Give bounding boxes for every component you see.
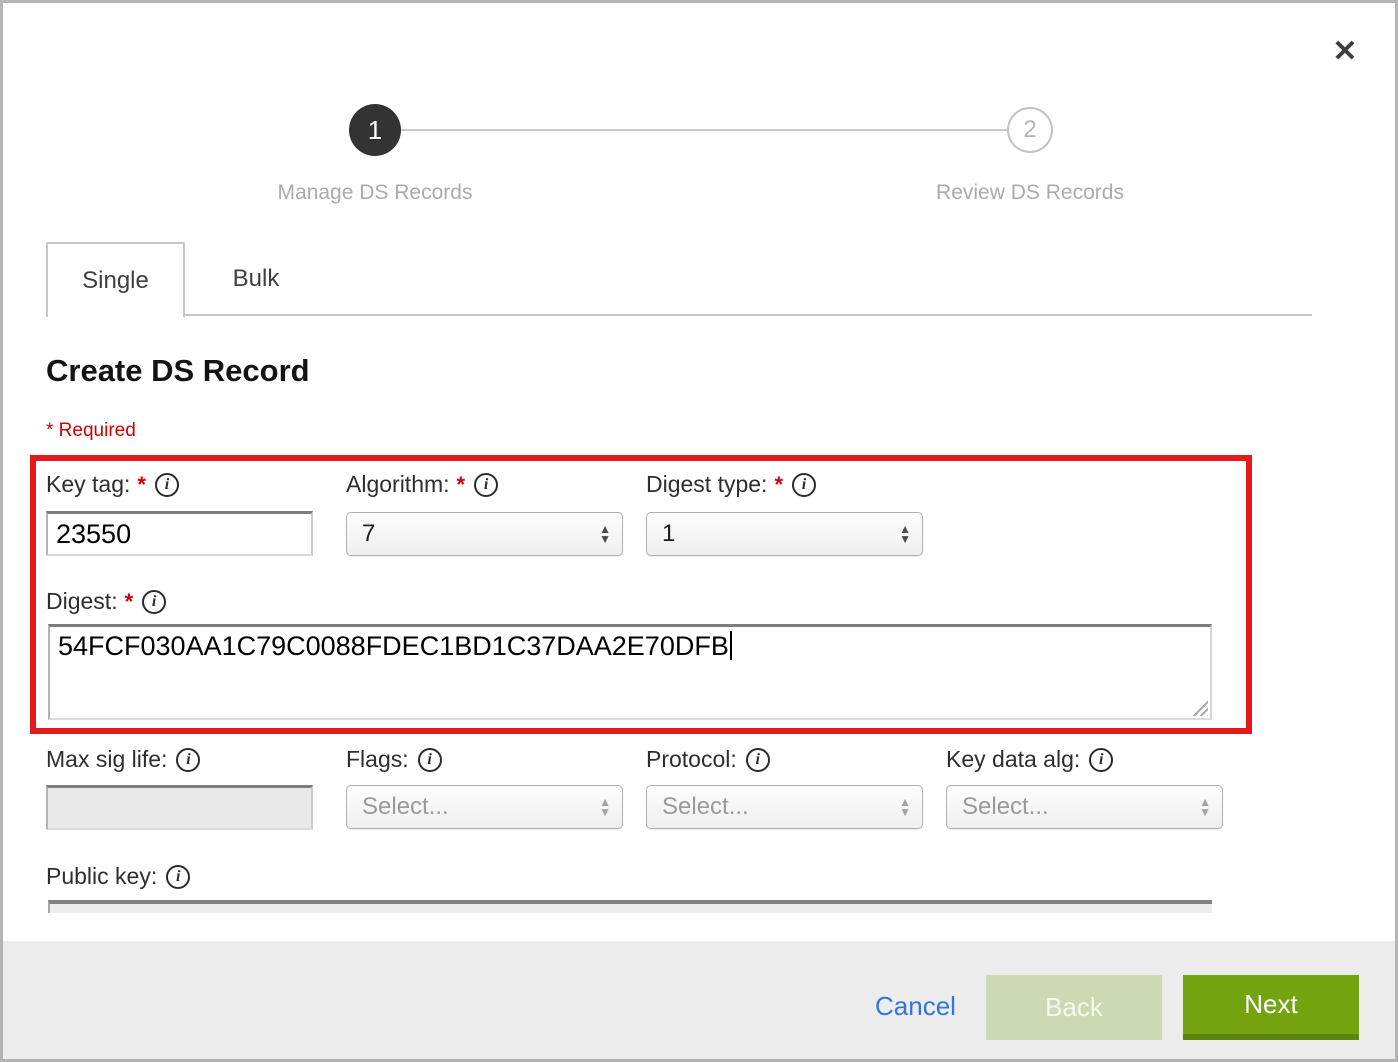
create-ds-record-modal: ✕ 1 2 Manage DS Records Review DS Record… [0,0,1398,1062]
digest-type-select-value: 1 [662,520,675,548]
stepper-step-1-label: Manage DS Records [175,181,575,205]
stepper-step-2-circle: 2 [1007,107,1053,153]
digest-type-required-mark: * [774,472,783,498]
flags-label: Flags: i [346,746,442,773]
algorithm-info-icon[interactable]: i [474,473,498,497]
key-tag-required-mark: * [137,472,146,498]
max-sig-life-info-icon[interactable]: i [176,748,200,772]
max-sig-life-label-text: Max sig life: [46,746,167,773]
key-data-alg-select-value: Select... [962,793,1049,821]
digest-label: Digest: * i [46,588,166,615]
next-button[interactable]: Next [1183,975,1359,1040]
digest-required-mark: * [125,589,134,615]
flags-label-text: Flags: [346,746,409,773]
flags-select-value: Select... [362,793,449,821]
digest-type-label-text: Digest type: [646,471,767,498]
key-data-alg-label-text: Key data alg: [946,746,1080,773]
page-title: Create DS Record [46,353,310,389]
digest-textarea[interactable]: 54FCF030AA1C79C0088FDEC1BD1C37DAA2E70DFB [48,624,1212,720]
key-tag-label-text: Key tag: [46,471,130,498]
required-note: * Required [46,420,136,442]
protocol-select[interactable]: Select... ▲▼ [646,785,923,829]
stepper-step-2-label: Review DS Records [830,181,1230,205]
back-button[interactable]: Back [986,975,1162,1040]
protocol-label-text: Protocol: [646,746,737,773]
stepper-step-1-circle: 1 [349,104,401,156]
key-tag-input[interactable] [46,511,313,556]
algorithm-required-mark: * [457,472,466,498]
key-data-alg-select[interactable]: Select... ▲▼ [946,785,1223,829]
public-key-label: Public key: i [46,863,190,890]
digest-type-label: Digest type: * i [646,471,816,498]
tabs-underline [46,314,1312,316]
textarea-resize-handle[interactable] [1191,699,1208,716]
close-icon[interactable]: ✕ [1323,29,1367,73]
protocol-select-value: Select... [662,793,749,821]
flags-select[interactable]: Select... ▲▼ [346,785,623,829]
key-tag-label: Key tag: * i [46,471,179,498]
algorithm-select-value: 7 [362,520,375,548]
digest-type-select-spinner-icon: ▲▼ [899,524,911,544]
max-sig-life-label: Max sig life: i [46,746,200,773]
key-data-alg-label: Key data alg: i [946,746,1113,773]
public-key-textarea[interactable] [48,900,1212,913]
digest-type-select[interactable]: 1 ▲▼ [646,512,923,556]
public-key-info-icon[interactable]: i [166,865,190,889]
stepper-connector-line [401,129,1007,131]
protocol-label: Protocol: i [646,746,770,773]
algorithm-label-text: Algorithm: [346,471,450,498]
key-tag-info-icon[interactable]: i [155,473,179,497]
algorithm-label: Algorithm: * i [346,471,498,498]
key-data-alg-select-spinner-icon: ▲▼ [1199,797,1211,817]
digest-type-info-icon[interactable]: i [792,473,816,497]
max-sig-life-input[interactable] [46,785,313,830]
cancel-button[interactable]: Cancel [875,991,956,1022]
digest-value: 54FCF030AA1C79C0088FDEC1BD1C37DAA2E70DFB [58,631,729,661]
key-data-alg-info-icon[interactable]: i [1089,748,1113,772]
digest-info-icon[interactable]: i [142,590,166,614]
text-caret [730,631,732,660]
protocol-select-spinner-icon: ▲▼ [899,797,911,817]
protocol-info-icon[interactable]: i [746,748,770,772]
tab-bulk[interactable]: Bulk [185,242,327,315]
algorithm-select-spinner-icon: ▲▼ [599,524,611,544]
digest-label-text: Digest: [46,588,118,615]
tab-single[interactable]: Single [46,242,185,317]
public-key-label-text: Public key: [46,863,157,890]
flags-select-spinner-icon: ▲▼ [599,797,611,817]
algorithm-select[interactable]: 7 ▲▼ [346,512,623,556]
flags-info-icon[interactable]: i [418,748,442,772]
